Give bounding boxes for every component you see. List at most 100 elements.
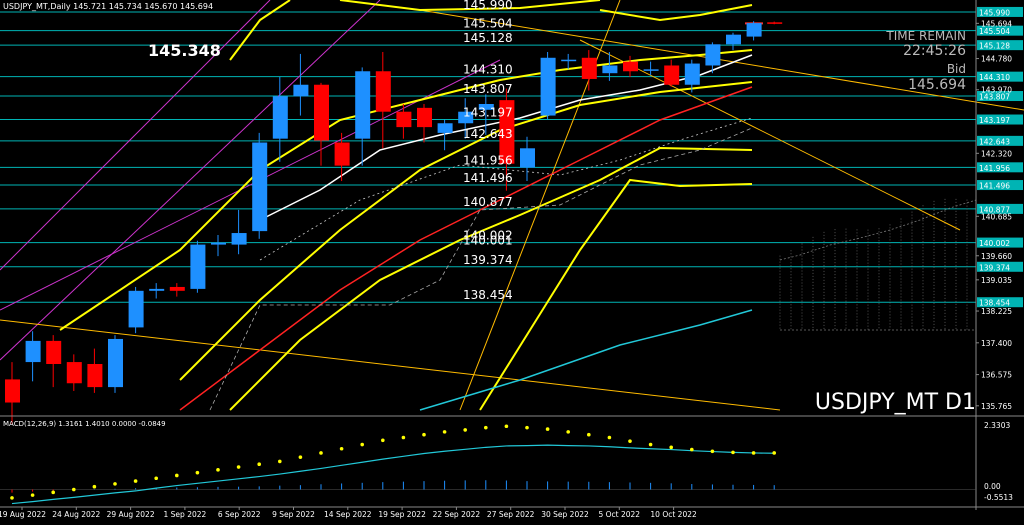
macd-dot [442,430,447,434]
level-axis-label: 141.956 [979,164,1010,173]
candle-body [231,233,247,245]
level-label: 139.374 [463,253,513,267]
candle-body [623,61,638,72]
candle-body [149,288,165,291]
candle-body [540,57,556,116]
x-tick-label: 10 Oct 2022 [650,510,697,519]
macd-dot [72,487,76,492]
candle-body [128,290,144,328]
macd-dot [133,479,138,483]
y-tick-label: 142.320 [981,149,1012,158]
y-tick-label: 144.780 [981,55,1012,64]
macd-scale-bottom: -0.5513 [984,493,1013,502]
macd-dot [154,476,158,481]
level-axis-label: 143.197 [979,116,1010,125]
level-label-overlap: 140.001 [463,234,513,248]
x-tick-label: 14 Sep 2022 [324,510,372,519]
x-tick-label: 19 Aug 2022 [0,510,46,519]
candle-body [108,338,123,388]
candle-body [581,57,597,79]
x-tick-label: 5 Oct 2022 [598,510,640,519]
macd-dot [236,465,241,469]
macd-dot [175,473,179,478]
symbol-watermark: USDJPY_MT D1 [815,390,976,415]
x-tick-label: 30 Sep 2022 [541,510,589,519]
level-label: 144.310 [463,63,513,77]
macd-dot [216,468,220,472]
macd-dot [113,482,117,486]
macd-label: MACD(12,26,9) 1.3161 1.4010 0.0000 -0.08… [3,420,166,428]
y-tick-label: 143.970 [981,86,1012,95]
x-tick-label: 9 Sep 2022 [272,510,315,519]
candle-body [272,96,288,139]
macd-dot [401,435,406,440]
macd-dot [51,490,55,495]
candle-body [190,244,206,289]
y-tick-label: 139.660 [981,252,1012,261]
macd-dot [566,430,570,434]
macd-dot [339,446,344,451]
price-chart[interactable]: 145.990145.504145.128144.310143.807143.1… [0,0,1024,521]
y-tick-label: 140.685 [981,212,1012,221]
macd-dot [463,428,468,432]
level-axis-label: 145.990 [979,8,1010,17]
level-axis-label: 139.374 [979,263,1010,272]
x-tick-label: 6 Sep 2022 [218,510,261,519]
y-tick-label: 138.225 [981,307,1012,316]
candle-body [169,286,185,291]
x-tick-label: 24 Aug 2022 [52,510,100,519]
time-remain-label: TIME REMAIN [885,29,966,43]
candle-body [664,65,680,85]
macd-dot [30,493,35,497]
level-label: 145.504 [463,17,513,31]
candle-body [25,340,41,363]
macd-dot [484,425,488,430]
level-label: 141.956 [463,153,513,167]
x-tick-label: 27 Sep 2022 [487,510,535,519]
macd-scale-zero: 0.00 [984,482,1001,491]
macd-dot [257,462,262,467]
symbol-info: USDJPY_MT,Daily 145.721 145.734 145.670 … [3,2,213,11]
candle-body [437,123,453,133]
macd-dot [92,484,97,489]
level-label: 142.643 [463,127,513,141]
macd-dot [731,450,735,455]
level-label: 143.197 [463,106,513,120]
bid-value: 145.694 [908,77,966,93]
macd-dot [10,496,14,500]
candle-body [375,71,391,112]
y-tick-label: 139.035 [981,276,1012,285]
candle-body [211,242,226,245]
candle-body [252,142,268,232]
level-label: 141.496 [463,171,513,185]
candle-body [520,148,535,168]
macd-dot [751,451,756,455]
y-tick-label: 145.694 [981,19,1012,28]
y-tick-label: 135.765 [981,402,1012,411]
macd-scale-top: 2.3303 [984,421,1010,430]
macd-dot [669,445,673,450]
candle-body [705,44,721,66]
level-label: 140.877 [463,195,513,209]
candle-body [5,379,20,403]
candle-body [396,111,412,128]
candle-body [334,142,350,166]
big-price-label: 145.348 [148,41,221,60]
x-tick-label: 19 Sep 2022 [378,510,426,519]
level-axis-label: 141.496 [979,182,1010,191]
macd-dot [710,449,715,454]
candle-body [293,84,309,97]
macd-dot [628,439,632,443]
x-tick-label: 1 Sep 2022 [164,510,207,519]
level-axis-label: 140.002 [979,239,1010,248]
macd-dot [195,470,200,475]
level-label: 145.128 [463,31,513,45]
time-remain-value: 22:45:26 [903,43,966,59]
candle-body [66,362,82,384]
macd-dot [298,455,303,459]
chart-window[interactable]: 145.990 145.504 145.128 144.310 143.807 143.1… [0,0,1024,521]
macd-dot [422,432,426,437]
macd-dot [319,451,323,455]
candle-body [314,84,329,141]
y-tick-label: 137.400 [981,339,1012,348]
